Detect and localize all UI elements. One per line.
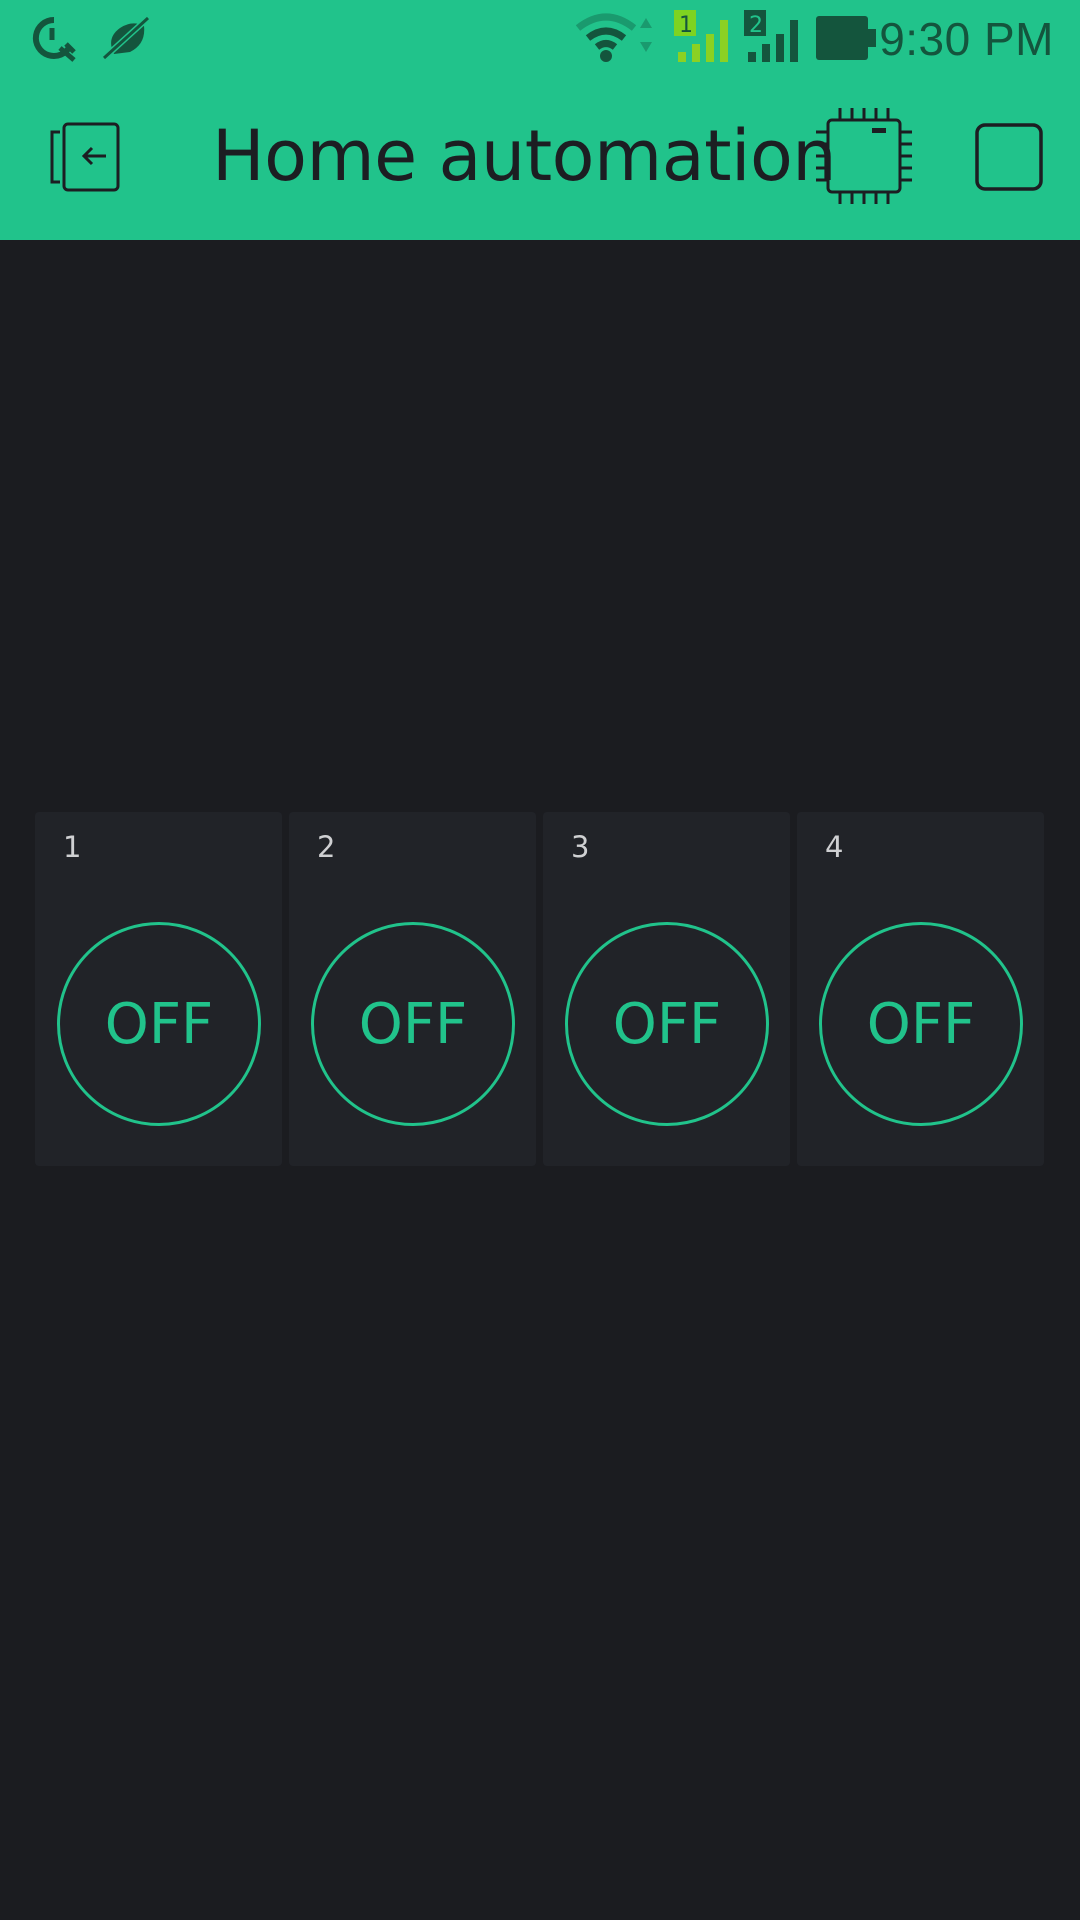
device-chip-icon[interactable] — [814, 106, 914, 210]
stop-icon[interactable] — [974, 122, 1044, 196]
button-widget-4: 4 OFF — [797, 812, 1044, 1166]
status-bar: 1 2 9:30 PM — [0, 0, 1080, 80]
widget-label: 4 — [825, 830, 844, 864]
button-widget-2: 2 OFF — [289, 812, 536, 1166]
wifi-icon — [575, 12, 658, 68]
toggle-button-2[interactable]: OFF — [311, 922, 515, 1126]
toggle-state-label: OFF — [866, 991, 976, 1057]
toggle-button-3[interactable]: OFF — [565, 922, 769, 1126]
toggle-state-label: OFF — [358, 991, 468, 1057]
toggle-state-label: OFF — [612, 991, 722, 1057]
data-saver-icon — [30, 14, 78, 66]
notifications-muted-icon — [100, 14, 152, 66]
widget-label: 1 — [63, 830, 82, 864]
widget-label: 2 — [317, 830, 336, 864]
status-time: 9:30 PM — [879, 13, 1054, 65]
button-widget-1: 1 OFF — [35, 812, 282, 1166]
signal-sim2-icon: 2 — [744, 10, 804, 70]
battery-icon — [816, 16, 878, 64]
toggle-button-1[interactable]: OFF — [57, 922, 261, 1126]
toggle-button-4[interactable]: OFF — [819, 922, 1023, 1126]
dashboard-canvas: 1 OFF 2 OFF 3 OFF 4 OFF — [0, 240, 1080, 1920]
exit-icon[interactable] — [48, 120, 122, 198]
widget-label: 3 — [571, 830, 590, 864]
svg-text:1: 1 — [679, 13, 693, 38]
svg-text:2: 2 — [749, 13, 763, 38]
button-widget-3: 3 OFF — [543, 812, 790, 1166]
app-bar: Home automation — [0, 80, 1080, 240]
toggle-state-label: OFF — [104, 991, 214, 1057]
signal-sim1-icon: 1 — [674, 10, 734, 70]
page-title: Home automation — [212, 115, 837, 197]
